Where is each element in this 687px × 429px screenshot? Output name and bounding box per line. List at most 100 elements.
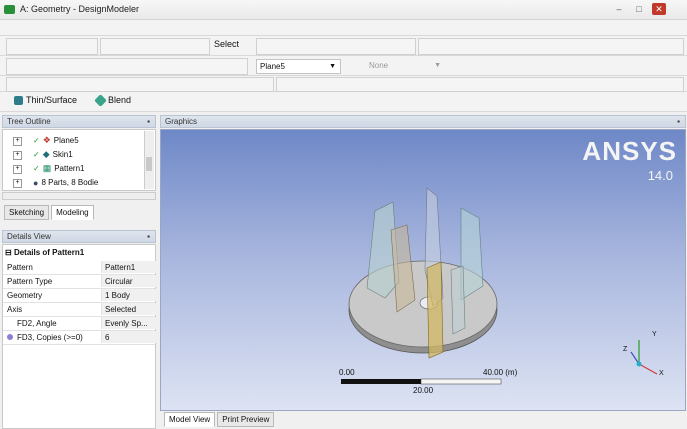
title-bar: A: Geometry - DesignModeler – □ ✕ <box>0 0 687 20</box>
blank-toolbar <box>0 76 687 92</box>
triad-x-label: X <box>659 370 664 377</box>
scale-bar-dark <box>341 379 421 384</box>
details-view-title: Details View <box>7 232 51 241</box>
details-view: ⊟ Details of Pattern1 Pattern Pattern1 P… <box>2 244 156 429</box>
details-row[interactable]: Pattern Type Circular <box>3 275 156 289</box>
tree-item-parts[interactable]: ● 8 Parts, 8 Bodie <box>33 177 145 188</box>
triad-x-axis <box>638 363 658 375</box>
sketch-combo[interactable]: None ▼ <box>366 59 445 72</box>
toolbar-group[interactable] <box>6 77 274 92</box>
expand-icon[interactable]: + <box>13 137 22 146</box>
tree-item-label: Skin1 <box>52 150 73 159</box>
blend-icon <box>94 93 107 107</box>
tree-item-pattern1[interactable]: ✓ ▦ Pattern1 <box>33 163 84 174</box>
tree-item-plane5[interactable]: ✓ ❖ Plane5 <box>33 135 79 146</box>
scale-mid-label: 20.00 <box>413 386 434 395</box>
app-icon <box>4 5 15 14</box>
details-key: Axis <box>7 305 23 314</box>
triad-y-label: Y <box>652 331 657 338</box>
details-row[interactable]: FD2, Angle Evenly Sp... <box>3 317 156 331</box>
expand-icon[interactable]: + <box>13 179 22 188</box>
thin-surface-button[interactable]: Thin/Surface <box>14 95 77 105</box>
details-value: Selected <box>105 305 137 314</box>
parts-icon: ● <box>33 177 39 188</box>
toolbar-group[interactable] <box>418 38 684 55</box>
expand-icon[interactable]: + <box>13 165 22 174</box>
graphics-viewport[interactable]: ANSYS 14.0 0.00 40.00 (m) 20.00 Y X Z <box>160 129 686 411</box>
tree-outline: + ✓ ❖ Plane5 + ✓ ◆ Skin1 + ✓ ▦ Pattern1 … <box>2 129 156 191</box>
tree-item-skin1[interactable]: ✓ ◆ Skin1 <box>33 149 73 160</box>
model-view[interactable] <box>161 130 687 412</box>
tree-hscrollbar[interactable] <box>2 192 156 200</box>
details-key: FD2, Angle <box>17 319 57 328</box>
tab-modeling[interactable]: Modeling <box>51 205 94 220</box>
details-value: Pattern1 <box>105 263 136 272</box>
details-key: Pattern <box>7 263 33 272</box>
details-row[interactable]: Axis Selected <box>3 303 156 317</box>
scale-bar-light <box>420 378 502 385</box>
toolbar-group[interactable] <box>276 77 684 92</box>
mode-tabs: Sketching Modeling <box>4 205 94 220</box>
graphics-title: Graphics <box>165 117 198 126</box>
pin-icon[interactable]: ▪ <box>147 231 150 243</box>
tree-outline-title: Tree Outline <box>7 117 51 126</box>
details-value: 6 <box>105 333 110 342</box>
details-key: FD3, Copies (>=0) <box>17 333 83 342</box>
blend-label: Blend <box>108 95 132 105</box>
blend-button[interactable]: Blend <box>94 93 132 107</box>
pin-icon[interactable]: ▪ <box>677 116 680 128</box>
check-icon: ✓ <box>33 150 40 159</box>
thin-surface-label: Thin/Surface <box>26 95 78 105</box>
tree-item-label: Plane5 <box>53 136 79 145</box>
toolbar-group[interactable] <box>6 58 248 75</box>
tab-print-preview[interactable]: Print Preview <box>217 412 275 427</box>
select-label[interactable]: Select <box>214 39 239 49</box>
toolbar-group[interactable] <box>100 38 210 55</box>
details-value: Circular <box>105 277 133 286</box>
details-row[interactable]: FD3, Copies (>=0) 6 <box>3 331 156 345</box>
scroll-thumb[interactable] <box>146 157 152 171</box>
details-key: Geometry <box>7 291 43 300</box>
toolbar-group[interactable] <box>256 38 416 55</box>
details-group-header[interactable]: ⊟ Details of Pattern1 <box>5 248 84 257</box>
tree-item-label: Pattern1 <box>54 164 85 173</box>
plane-combo[interactable]: Plane5 ▼ <box>256 59 341 74</box>
maximize-icon[interactable]: □ <box>632 3 646 15</box>
plane-combo-value: Plane5 <box>260 62 285 71</box>
blade <box>450 265 466 335</box>
select-toolbar: Select <box>0 36 687 56</box>
scale-end-label: 40.00 (m) <box>483 368 518 377</box>
scale-start-label: 0.00 <box>339 368 355 377</box>
pin-icon[interactable]: ▪ <box>147 116 150 128</box>
triad-origin <box>636 361 642 367</box>
parameter-icon[interactable] <box>7 334 13 340</box>
toolbar-group[interactable] <box>6 38 98 55</box>
blade <box>426 261 444 359</box>
details-value: Evenly Sp... <box>105 319 148 328</box>
feature-toolbar: Thin/Surface Blend <box>0 92 687 112</box>
menu-bar <box>0 20 687 36</box>
window-title: A: Geometry - DesignModeler <box>20 4 140 14</box>
graphics-tabs: Model View Print Preview <box>164 412 275 427</box>
tree-item-label: 8 Parts, 8 Bodie <box>41 178 99 187</box>
plane-icon: ❖ <box>42 135 51 145</box>
close-icon[interactable]: ✕ <box>652 3 666 15</box>
details-group-title: Details of Pattern1 <box>13 248 85 257</box>
details-view-header: Details View ▪ <box>2 230 156 243</box>
check-icon: ✓ <box>33 164 40 173</box>
plane-toolbar: Plane5 ▼ None ▼ <box>0 56 687 76</box>
tree-scrollbar[interactable] <box>144 131 154 189</box>
minimize-icon[interactable]: – <box>612 3 626 15</box>
pattern-icon: ▦ <box>42 163 52 173</box>
triad-z-label: Z <box>623 346 628 353</box>
chevron-down-icon: ▼ <box>434 62 441 69</box>
collapse-icon[interactable]: ⊟ <box>5 248 12 257</box>
tab-sketching[interactable]: Sketching <box>4 205 50 220</box>
tree-outline-header: Tree Outline ▪ <box>2 115 156 128</box>
blade <box>460 207 484 301</box>
expand-icon[interactable]: + <box>13 151 22 160</box>
skin-icon: ◆ <box>42 149 50 159</box>
tab-model-view[interactable]: Model View <box>164 412 216 427</box>
details-row[interactable]: Geometry 1 Body <box>3 289 156 303</box>
details-row[interactable]: Pattern Pattern1 <box>3 261 156 275</box>
